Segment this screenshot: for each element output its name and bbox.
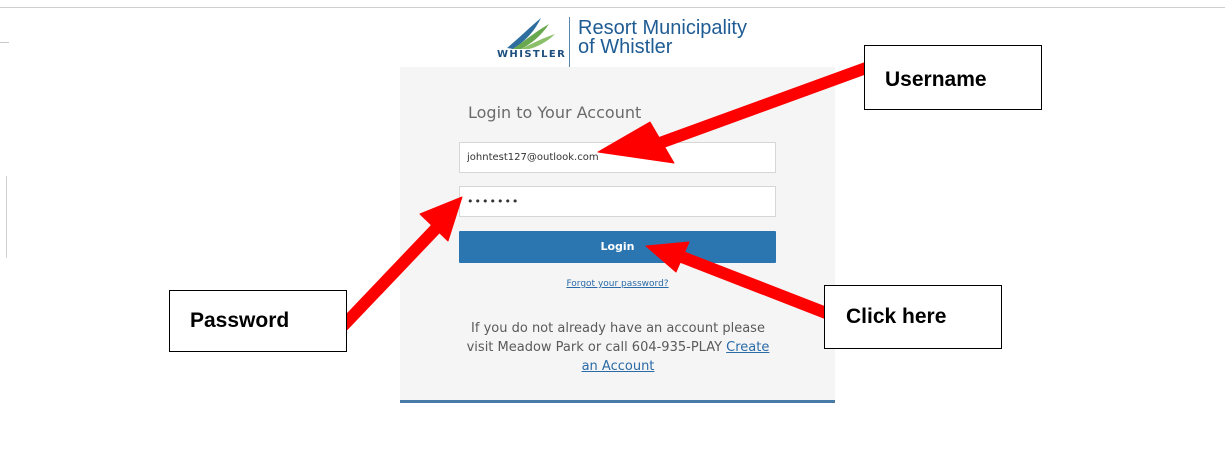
password-arrow-icon: [338, 215, 449, 331]
click-arrow-icon: [679, 251, 829, 319]
click-arrowhead-icon: [645, 241, 690, 273]
click-here-callout: Click here: [824, 285, 1002, 349]
username-callout: Username: [864, 45, 1042, 110]
username-arrow-icon: [657, 62, 869, 149]
password-callout: Password: [169, 290, 347, 352]
